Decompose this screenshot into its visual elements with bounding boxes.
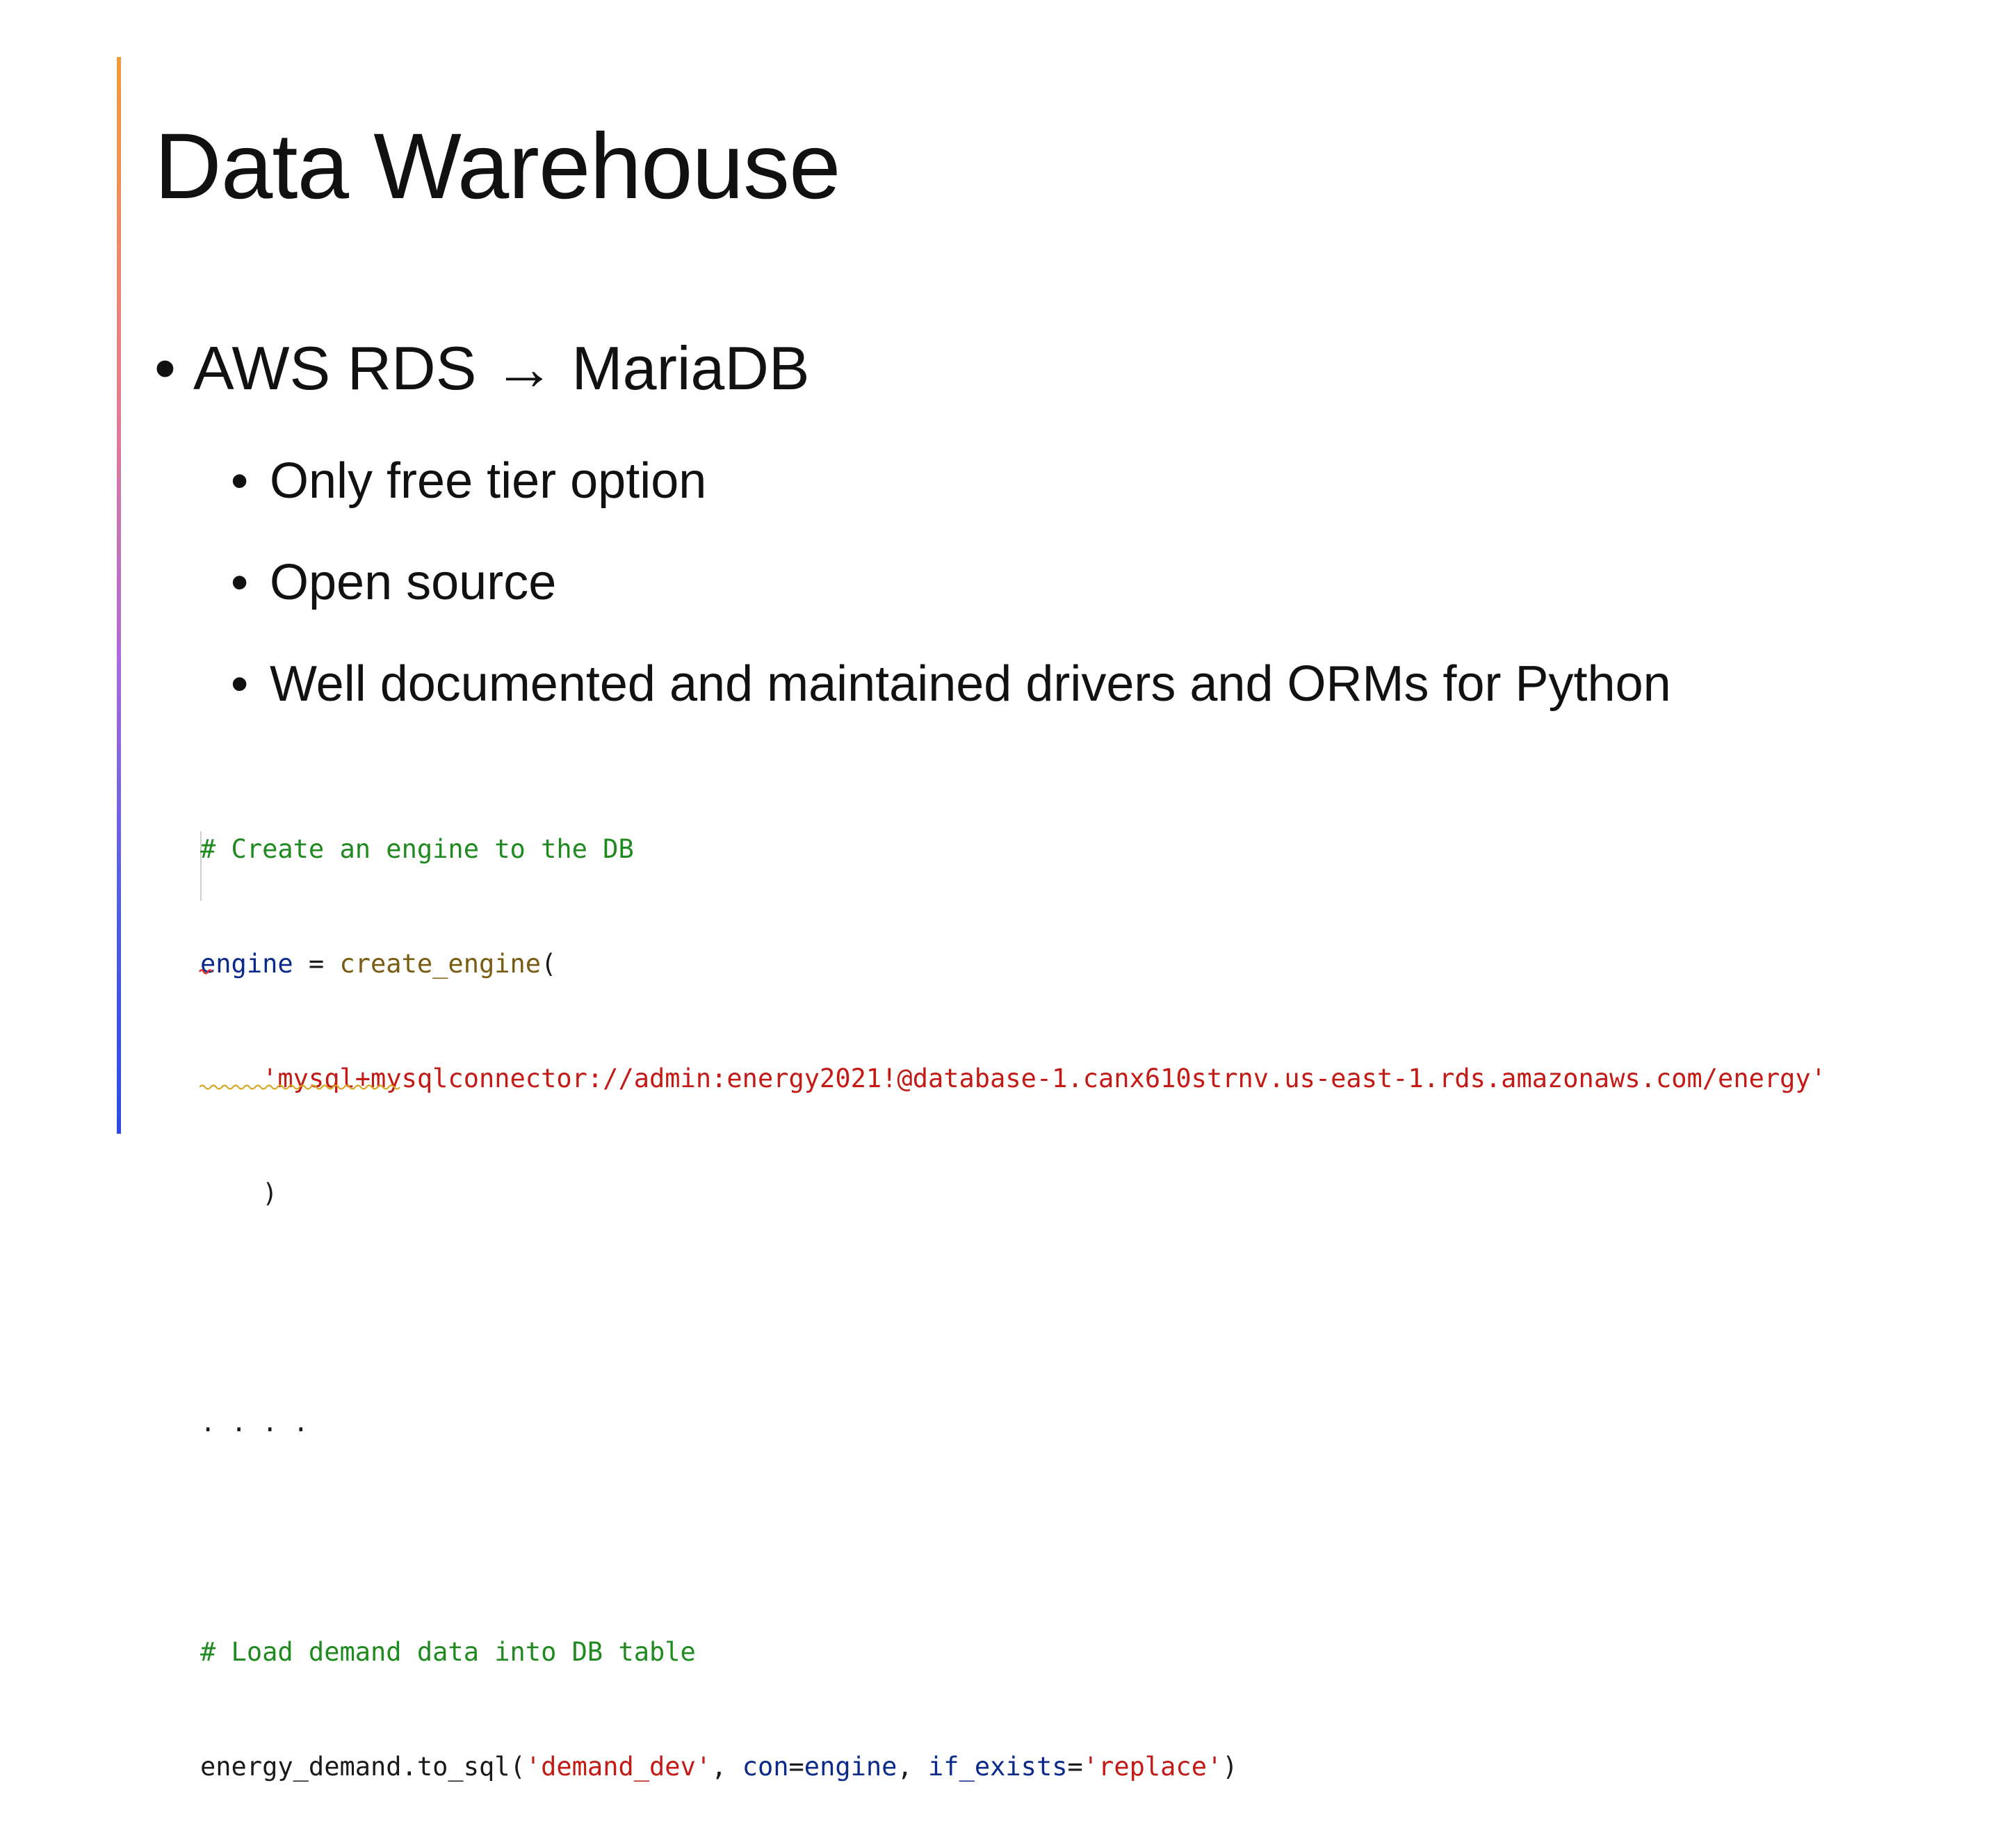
code-operator: = bbox=[293, 949, 340, 979]
bullet-main-text: AWS RDS → MariaDB bbox=[193, 334, 810, 402]
code-paren: ) bbox=[1222, 1752, 1238, 1782]
code-block: # Create an engine to the DB engine = cr… bbox=[200, 754, 1826, 1824]
sub-bullet-text: Only free tier option bbox=[270, 453, 707, 509]
sub-bullet-text: Open source bbox=[270, 555, 557, 610]
code-separator: , bbox=[897, 1752, 929, 1782]
code-line: . . . . bbox=[200, 1403, 1826, 1442]
spellcheck-squiggle-icon bbox=[199, 969, 213, 975]
code-object: energy_demand bbox=[200, 1752, 402, 1782]
accent-bar bbox=[117, 57, 121, 1134]
bullet-marker: • bbox=[231, 656, 249, 712]
code-comment: # Create an engine to the DB bbox=[200, 834, 634, 864]
sub-bullet-text: Well documented and maintained drivers a… bbox=[270, 656, 1671, 712]
code-paren: ( bbox=[541, 949, 557, 979]
code-string: 'mysql+mysqlconnector://admin:energy2021… bbox=[262, 1064, 1826, 1093]
sub-bullet: • Well documented and maintained drivers … bbox=[231, 655, 1671, 713]
slide-title: Data Warehouse bbox=[154, 115, 841, 218]
code-string: 'demand_dev' bbox=[525, 1752, 712, 1782]
code-comment: # Load demand data into DB table bbox=[200, 1637, 696, 1667]
code-paren: ) bbox=[200, 1178, 278, 1208]
code-line: energy_demand.to_sql('demand_dev', con=e… bbox=[200, 1748, 1826, 1786]
code-equals: = bbox=[1067, 1752, 1083, 1782]
code-function: create_engine bbox=[339, 949, 542, 979]
code-variable: engine bbox=[200, 949, 293, 979]
code-method: .to_sql( bbox=[401, 1752, 526, 1782]
code-line: # Create an engine to the DB bbox=[200, 830, 1826, 868]
code-line: # Load demand data into DB table bbox=[200, 1633, 1826, 1671]
code-variable: engine bbox=[804, 1752, 897, 1782]
code-line: ) bbox=[200, 1174, 1826, 1212]
code-separator: , bbox=[711, 1752, 742, 1782]
code-ellipsis: . . . . bbox=[200, 1408, 309, 1438]
bullet-marker: • bbox=[231, 453, 249, 509]
code-keyword: if_exists bbox=[928, 1752, 1068, 1782]
bullet-main: • AWS RDS → MariaDB bbox=[154, 334, 810, 403]
code-line: 'mysql+mysqlconnector://admin:energy2021… bbox=[200, 1059, 1826, 1098]
bullet-marker: • bbox=[231, 555, 249, 610]
code-string: 'replace' bbox=[1082, 1752, 1223, 1782]
sub-bullet: • Open source bbox=[231, 553, 556, 612]
code-line: engine = create_engine( bbox=[200, 945, 1826, 983]
code-equals: = bbox=[788, 1752, 804, 1782]
code-keyword: con bbox=[742, 1752, 789, 1782]
bullet-marker: • bbox=[154, 334, 176, 402]
sub-bullet: • Only free tier option bbox=[231, 452, 706, 510]
warning-squiggle-icon bbox=[200, 1084, 400, 1090]
